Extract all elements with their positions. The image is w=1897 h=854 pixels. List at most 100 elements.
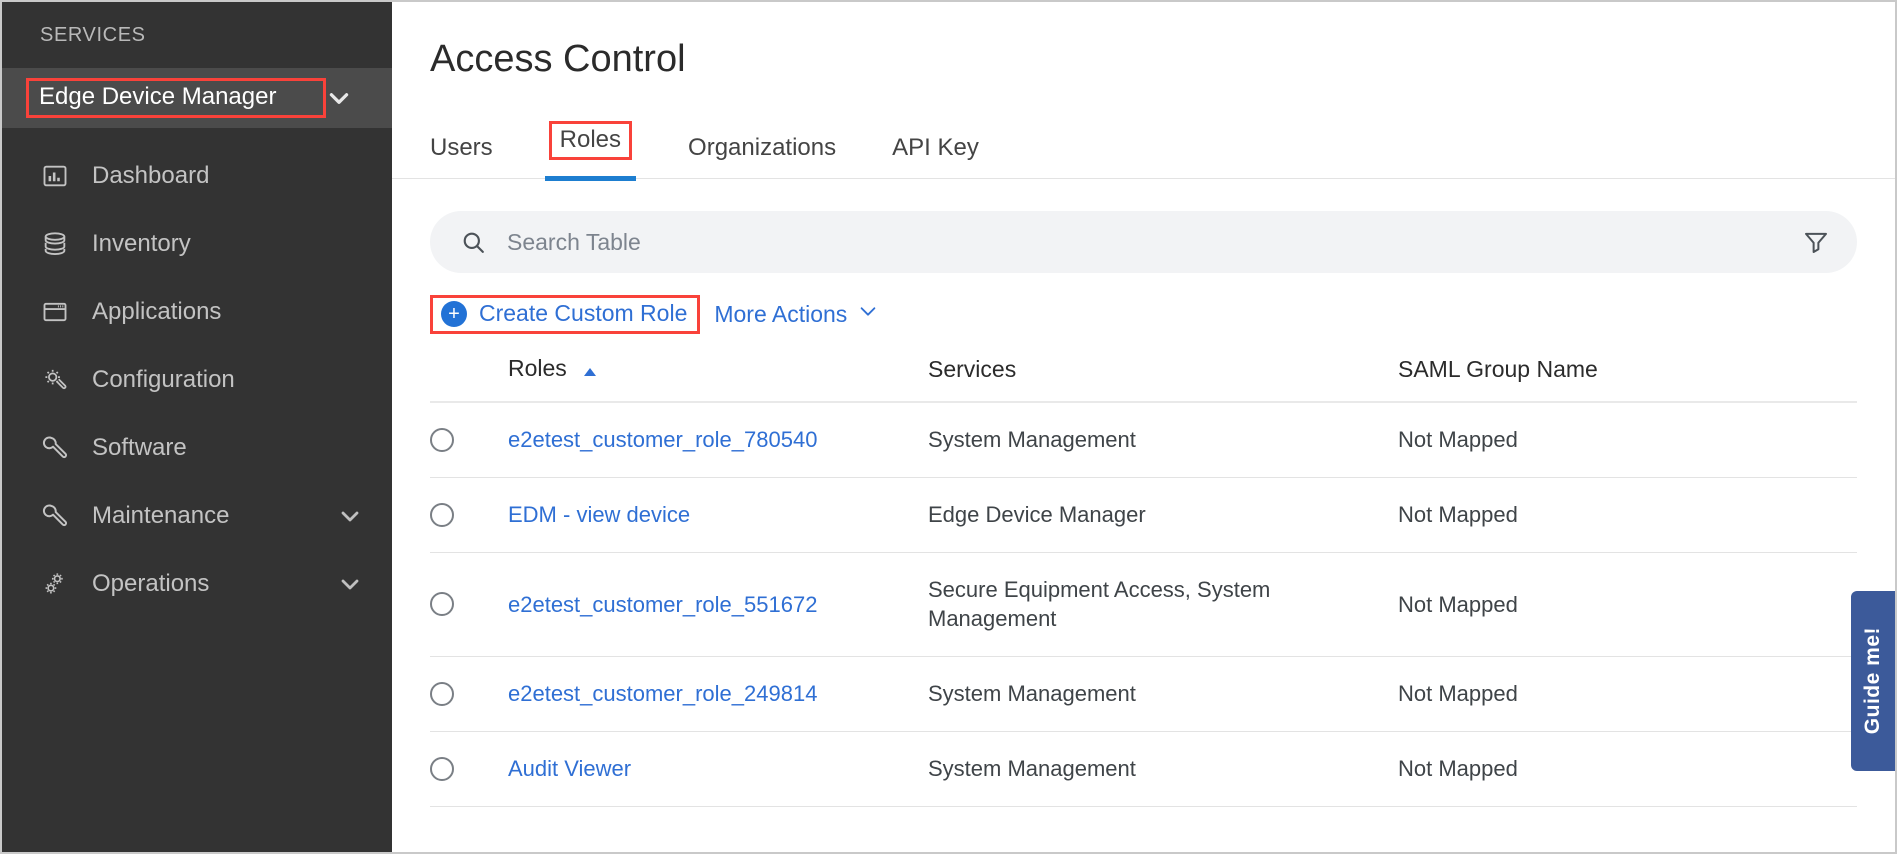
row-radio-button[interactable] [430, 428, 454, 453]
table-row[interactable]: EDM - view device Edge Device Manager No… [430, 477, 1857, 553]
column-header-services[interactable]: Services [928, 355, 1398, 404]
tab-label: Organizations [688, 134, 837, 161]
saml-group-cell: Not Mapped [1398, 731, 1857, 807]
saml-group-cell: Not Mapped [1398, 402, 1857, 479]
sidebar: SERVICES Edge Device Manager Dashboard I… [2, 2, 392, 852]
role-link[interactable]: e2etest_customer_role_551672 [508, 592, 817, 617]
column-header-label: Roles [508, 355, 567, 381]
sidebar-item-label: Configuration [92, 366, 235, 393]
column-header-saml-group-name[interactable]: SAML Group Name [1398, 355, 1857, 404]
search-input[interactable] [507, 228, 1781, 256]
row-select-cell [430, 402, 508, 479]
tab-roles[interactable]: Roles [521, 121, 660, 181]
filter-icon[interactable] [1801, 227, 1831, 257]
column-header-label: SAML Group Name [1398, 356, 1598, 383]
chevron-down-icon [326, 85, 352, 111]
column-header-label: Services [928, 356, 1017, 383]
chevron-down-icon[interactable] [338, 504, 362, 528]
sidebar-item-label: Dashboard [92, 162, 210, 189]
tab-label: Users [430, 134, 493, 161]
tab-label: API Key [892, 134, 979, 161]
page-title: Access Control [430, 38, 686, 80]
table-actions: + Create Custom Role More Actions [430, 294, 1857, 334]
wrench-icon [40, 501, 70, 531]
tab-label: Roles [548, 121, 633, 160]
sidebar-nav: Dashboard Inventory Applications Configu… [2, 128, 392, 618]
sidebar-item-operations[interactable]: Operations [2, 550, 392, 618]
role-name-cell: e2etest_customer_role_249814 [508, 656, 928, 732]
chevron-down-icon[interactable] [338, 572, 362, 596]
table-row[interactable]: Audit Viewer System Management Not Mappe… [430, 731, 1857, 807]
row-select-cell [430, 477, 508, 553]
guide-me-tab[interactable]: Guide me! [1851, 591, 1895, 771]
caret-up-icon [583, 356, 597, 383]
app-window: SERVICES Edge Device Manager Dashboard I… [0, 0, 1897, 854]
gear-wrench-icon [40, 365, 70, 395]
row-radio-button[interactable] [430, 756, 454, 781]
window-icon [40, 297, 70, 327]
tab-users[interactable]: Users [430, 136, 521, 178]
table-row[interactable]: e2etest_customer_role_551672 Secure Equi… [430, 552, 1857, 658]
services-cell: System Management [928, 402, 1398, 479]
search-icon [460, 229, 487, 256]
row-radio-button[interactable] [430, 682, 454, 707]
service-selector-label: Edge Device Manager [26, 78, 326, 118]
role-link[interactable]: Audit Viewer [508, 756, 631, 781]
row-select-cell [430, 731, 508, 807]
row-radio-button[interactable] [430, 502, 454, 527]
role-link[interactable]: EDM - view device [508, 502, 690, 527]
sidebar-item-inventory[interactable]: Inventory [2, 210, 392, 278]
guide-me-label: Guide me! [1861, 627, 1884, 735]
tab-bar: Users Roles Organizations API Key [392, 115, 1895, 181]
services-cell: System Management [928, 731, 1398, 807]
bar-chart-icon [40, 161, 70, 191]
search-bar[interactable] [430, 211, 1857, 273]
tab-api-key[interactable]: API Key [864, 136, 1007, 178]
sidebar-item-maintenance[interactable]: Maintenance [2, 482, 392, 550]
role-link[interactable]: e2etest_customer_role_249814 [508, 681, 817, 706]
saml-group-cell: Not Mapped [1398, 477, 1857, 553]
row-select-cell [430, 656, 508, 732]
services-cell: Edge Device Manager [928, 477, 1398, 553]
role-name-cell: e2etest_customer_role_780540 [508, 402, 928, 479]
roles-table-head: Roles Services SAML Group Name [430, 355, 1857, 404]
sidebar-item-label: Applications [92, 298, 222, 325]
sidebar-item-dashboard[interactable]: Dashboard [2, 142, 392, 210]
sidebar-item-software[interactable]: Software [2, 414, 392, 482]
saml-group-cell: Not Mapped [1398, 656, 1857, 732]
sidebar-section-label: SERVICES [40, 23, 146, 46]
saml-group-cell: Not Mapped [1398, 552, 1857, 658]
sidebar-item-label: Inventory [92, 230, 191, 257]
tab-organizations[interactable]: Organizations [660, 136, 864, 178]
database-icon [40, 229, 70, 259]
role-name-cell: EDM - view device [508, 477, 928, 553]
create-custom-role-label: Create Custom Role [479, 300, 688, 326]
table-row[interactable]: e2etest_customer_role_249814 System Mana… [430, 656, 1857, 732]
role-name-cell: e2etest_customer_role_551672 [508, 552, 928, 658]
chevron-down-icon [857, 300, 879, 328]
roles-table: Roles Services SAML Group Name e2etest_c… [430, 355, 1857, 807]
role-name-cell: Audit Viewer [508, 731, 928, 807]
role-link[interactable]: e2etest_customer_role_780540 [508, 427, 817, 452]
main-content: Access Control Users Roles Organizations… [392, 2, 1895, 852]
services-cell: Secure Equipment Access, System Manageme… [928, 552, 1398, 658]
row-radio-button[interactable] [430, 592, 454, 617]
more-actions-dropdown[interactable]: More Actions [714, 300, 879, 328]
table-row[interactable]: e2etest_customer_role_780540 System Mana… [430, 402, 1857, 479]
roles-table-body: e2etest_customer_role_780540 System Mana… [430, 402, 1857, 807]
sidebar-item-label: Operations [92, 570, 210, 597]
column-header-roles[interactable]: Roles [508, 355, 928, 404]
select-column-header [430, 355, 508, 404]
more-actions-label: More Actions [714, 300, 848, 327]
row-select-cell [430, 552, 508, 658]
create-custom-role-button[interactable]: + Create Custom Role [430, 294, 701, 334]
gears-icon [40, 569, 70, 599]
plus-circle-icon: + [441, 300, 467, 327]
service-selector[interactable]: Edge Device Manager [2, 68, 392, 128]
sidebar-item-configuration[interactable]: Configuration [2, 346, 392, 414]
wrench-icon [40, 433, 70, 463]
table-header-row: Roles Services SAML Group Name [430, 355, 1857, 404]
sidebar-item-applications[interactable]: Applications [2, 278, 392, 346]
sidebar-item-label: Software [92, 434, 187, 461]
roles-panel: + Create Custom Role More Actions [392, 211, 1895, 807]
